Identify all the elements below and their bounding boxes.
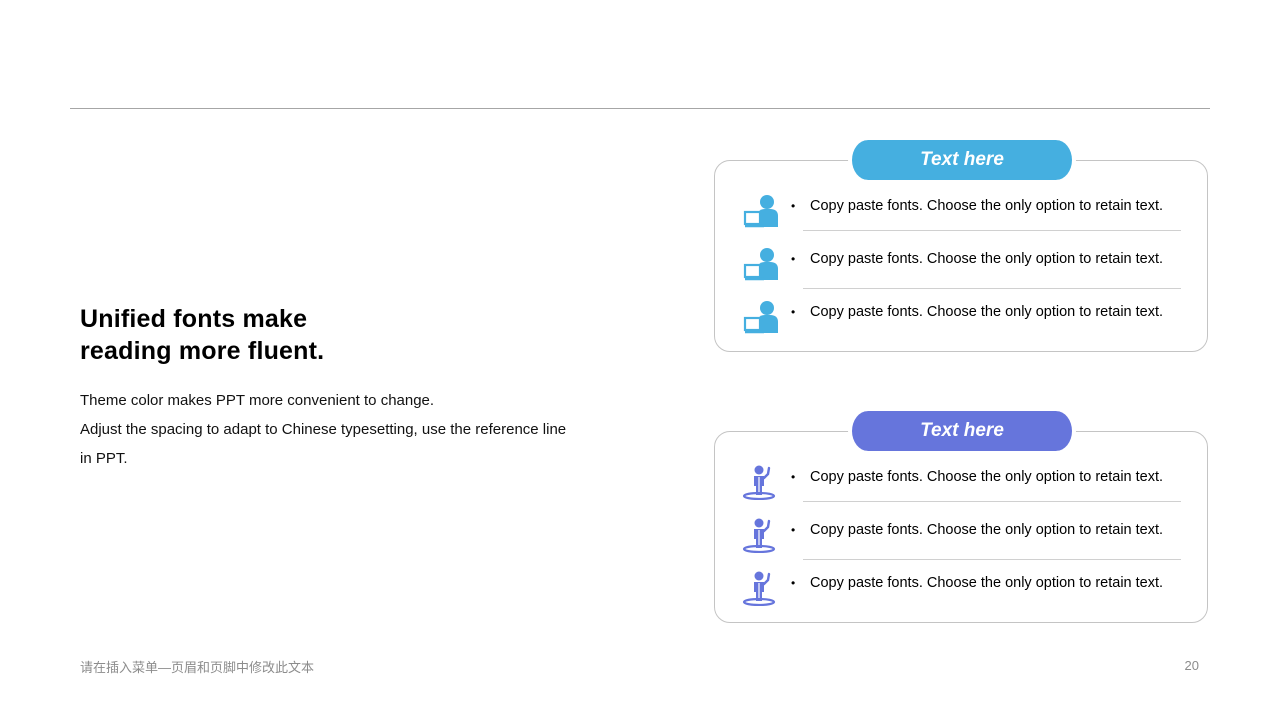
- card-2-list-item: • Copy paste fonts. Choose the only opti…: [715, 504, 1209, 557]
- header-divider: [70, 108, 1210, 109]
- slide-headline: Unified fonts make reading more fluent.: [80, 303, 324, 367]
- list-item-text: Copy paste fonts. Choose the only option…: [810, 522, 1164, 538]
- person-on-platform-icon: [742, 571, 776, 606]
- slide-body-text: Theme color makes PPT more convenient to…: [80, 386, 620, 473]
- bullet-marker: •: [791, 199, 796, 213]
- headline-line-2: reading more fluent.: [80, 337, 325, 365]
- bullet-marker: •: [791, 576, 796, 590]
- person-at-laptop-icon: [743, 301, 778, 334]
- headline-line-1: Unified fonts make: [80, 305, 308, 333]
- list-item-text: Copy paste fonts. Choose the only option…: [810, 198, 1164, 214]
- card-1-title-pill: Text here: [848, 140, 1076, 180]
- row-divider: [803, 501, 1181, 502]
- body-line-1: Theme color makes PPT more convenient to…: [80, 392, 435, 409]
- card-2-list-item: • Copy paste fonts. Choose the only opti…: [715, 557, 1209, 610]
- person-on-platform-icon: [742, 518, 776, 553]
- card-1: • Copy paste fonts. Choose the only opti…: [714, 160, 1208, 352]
- person-on-platform-icon: [742, 465, 776, 500]
- page-number: 20: [1184, 658, 1199, 673]
- person-at-laptop-icon: [743, 195, 778, 228]
- person-at-laptop-icon: [743, 248, 778, 281]
- card-1-list-item: • Copy paste fonts. Choose the only opti…: [715, 233, 1209, 286]
- bullet-marker: •: [791, 470, 796, 484]
- list-item-text: Copy paste fonts. Choose the only option…: [810, 304, 1164, 320]
- bullet-marker: •: [791, 252, 796, 266]
- card-2-list-item: • Copy paste fonts. Choose the only opti…: [715, 451, 1209, 504]
- list-item-text: Copy paste fonts. Choose the only option…: [810, 251, 1164, 267]
- card-1-list-item: • Copy paste fonts. Choose the only opti…: [715, 180, 1209, 233]
- bullet-marker: •: [791, 305, 796, 319]
- list-item-text: Copy paste fonts. Choose the only option…: [810, 575, 1164, 591]
- body-line-3: in PPT.: [80, 450, 128, 467]
- footer-note: 请在插入菜单—页眉和页脚中修改此文本: [80, 660, 315, 675]
- row-divider: [803, 230, 1181, 231]
- bullet-marker: •: [791, 523, 796, 537]
- body-line-2: Adjust the spacing to adapt to Chinese t…: [80, 421, 567, 438]
- card-2-title-pill: Text here: [848, 411, 1076, 451]
- card-1-list-item: • Copy paste fonts. Choose the only opti…: [715, 286, 1209, 339]
- list-item-text: Copy paste fonts. Choose the only option…: [810, 469, 1164, 485]
- card-2: • Copy paste fonts. Choose the only opti…: [714, 431, 1208, 623]
